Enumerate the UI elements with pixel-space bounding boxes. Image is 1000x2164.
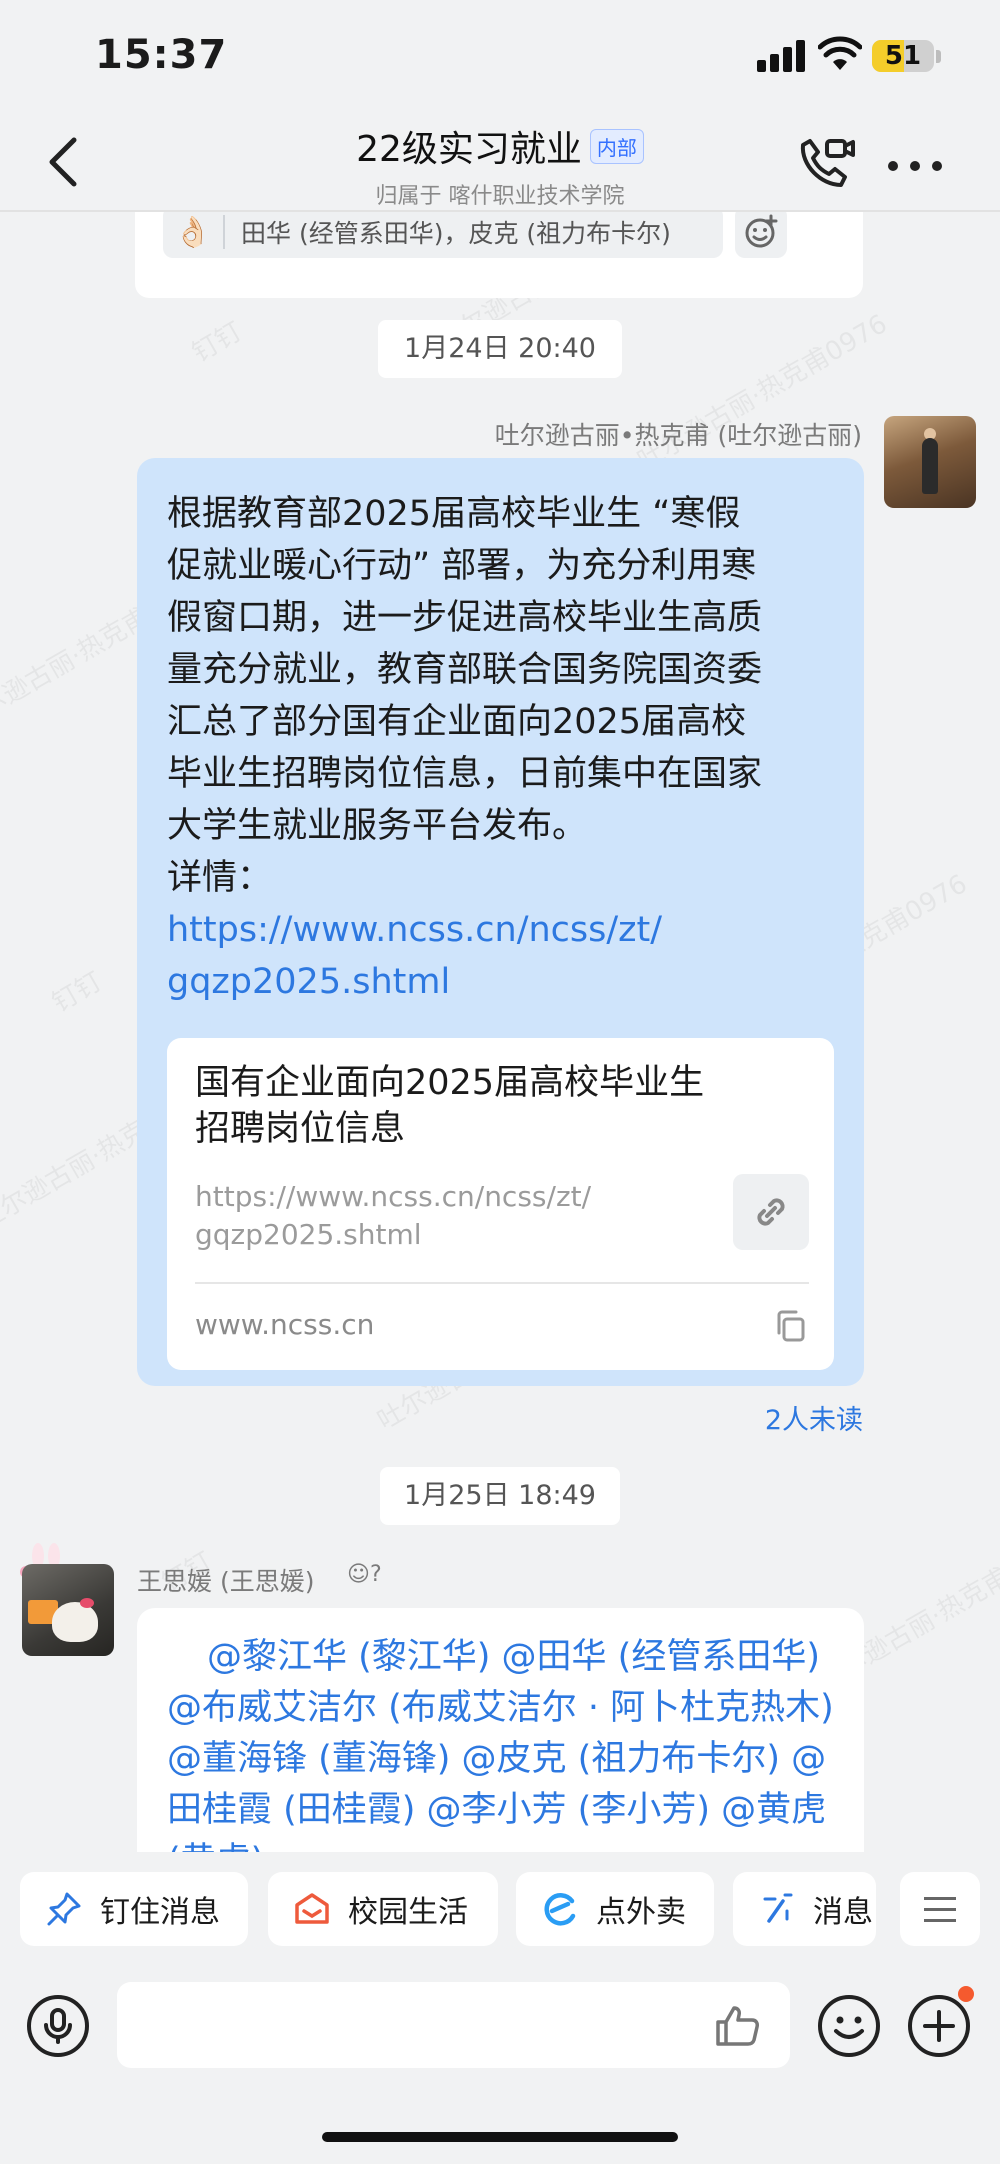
- status-time: 15:37: [95, 32, 228, 78]
- sender-name[interactable]: 吐尔逊古丽•热克甫 (吐尔逊古丽): [495, 416, 862, 452]
- message-ai-label: 消息: [813, 1895, 873, 1930]
- notification-dot: [958, 1986, 974, 2002]
- chat-area[interactable]: 吐尔逊古丽·热克甫0976 吐尔逊古丽·热克甫0976 吐尔逊古丽·热克甫097…: [0, 212, 1000, 1852]
- emoji-icon[interactable]: [817, 1994, 881, 2058]
- sender-name[interactable]: 王思媛 (王思媛): [137, 1562, 314, 1598]
- link-card-title: 国有企业面向2025届高校毕业生 招聘岗位信息: [195, 1063, 705, 1149]
- campus-icon: [295, 1893, 329, 1924]
- signal-icon: [757, 40, 805, 72]
- plus-icon[interactable]: [907, 1994, 971, 2058]
- message-link[interactable]: https://www.ncss.cn/ncss/zt/ gqzp2025.sh…: [167, 904, 834, 1008]
- pin-message-label: 钉住消息: [100, 1895, 220, 1930]
- unread-count[interactable]: 2人未读: [765, 1398, 863, 1437]
- watermark-brand: 钉钉: [47, 966, 108, 1019]
- message-text: 根据教育部2025届高校毕业生 “寒假 促就业暖心行动” 部署，为充分利用寒 假…: [167, 494, 763, 898]
- input-bar: [0, 1962, 1000, 2164]
- food-delivery-button[interactable]: 点外卖: [516, 1872, 714, 1946]
- link-card-domain: www.ncss.cn: [195, 1308, 375, 1341]
- message-bubble-other[interactable]: @黎江华 (黎江华) @田华 (经管系田华) @布威艾洁尔 (布威艾洁尔 · 阿…: [137, 1608, 864, 1852]
- link-card-url: https://www.ncss.cn/ncss/zt/ gqzp2025.sh…: [195, 1180, 592, 1251]
- home-indicator[interactable]: [322, 2132, 678, 2142]
- page-title[interactable]: 22级实习就业: [356, 120, 582, 172]
- message-timestamp: 1月24日 20:40: [378, 320, 622, 378]
- magic-wand-icon: [763, 1893, 793, 1923]
- quick-action-bar: 钉住消息 校园生活 点外卖 消息: [0, 1852, 1000, 1962]
- pin-message-button[interactable]: 钉住消息: [20, 1872, 248, 1946]
- message-bubble-self[interactable]: 根据教育部2025届高校毕业生 “寒假 促就业暖心行动” 部署，为充分利用寒 假…: [137, 458, 864, 1386]
- microphone-icon[interactable]: [26, 1994, 90, 2058]
- link-icon[interactable]: [733, 1174, 809, 1250]
- reaction-pill[interactable]: 👌🏻 田华 (经管系田华)，皮克 (祖力布卡尔): [163, 212, 723, 258]
- menu-icon[interactable]: [900, 1872, 980, 1946]
- internal-badge: 内部: [589, 128, 644, 164]
- add-reaction-icon[interactable]: [735, 212, 787, 258]
- message-ai-button[interactable]: 消息: [733, 1872, 876, 1946]
- eleme-icon: [544, 1893, 576, 1926]
- chat-header: 22级实习就业 内部 归属于 喀什职业技术学院: [0, 110, 1000, 212]
- avatar[interactable]: [22, 1564, 114, 1656]
- reaction-users: 田华 (经管系田华)，皮克 (祖力布卡尔): [241, 219, 671, 248]
- video-call-icon[interactable]: [795, 135, 857, 193]
- campus-life-label: 校园生活: [348, 1895, 468, 1930]
- pin-icon: [47, 1892, 81, 1926]
- face-icon: ☺: [347, 1562, 370, 1587]
- message-timestamp: 1月25日 18:49: [380, 1467, 620, 1525]
- message-input[interactable]: [117, 1982, 790, 2068]
- previous-message-bubble[interactable]: 👌🏻 田华 (经管系田华)，皮克 (祖力布卡尔): [135, 212, 863, 298]
- link-preview-card[interactable]: 国有企业面向2025届高校毕业生 招聘岗位信息 https://www.ncss…: [167, 1038, 834, 1370]
- thumbs-up-icon[interactable]: [712, 2000, 762, 2050]
- mention-text[interactable]: @黎江华 (黎江华) @田华 (经管系田华) @布威艾洁尔 (布威艾洁尔 · 阿…: [167, 1632, 834, 1852]
- wifi-icon: [818, 36, 862, 70]
- battery-icon: 51: [872, 40, 934, 72]
- status-emoji: ☺?: [347, 1562, 382, 1587]
- status-bar: 15:37 51: [0, 0, 1000, 110]
- more-icon[interactable]: [888, 155, 948, 175]
- ok-hand-emoji: 👌🏻: [174, 214, 212, 250]
- watermark-brand: 钉钉: [187, 316, 248, 369]
- campus-life-button[interactable]: 校园生活: [268, 1872, 498, 1946]
- avatar[interactable]: [884, 416, 976, 508]
- copy-icon[interactable]: [773, 1308, 809, 1344]
- food-delivery-label: 点外卖: [596, 1895, 686, 1930]
- battery-level: 51: [884, 41, 922, 71]
